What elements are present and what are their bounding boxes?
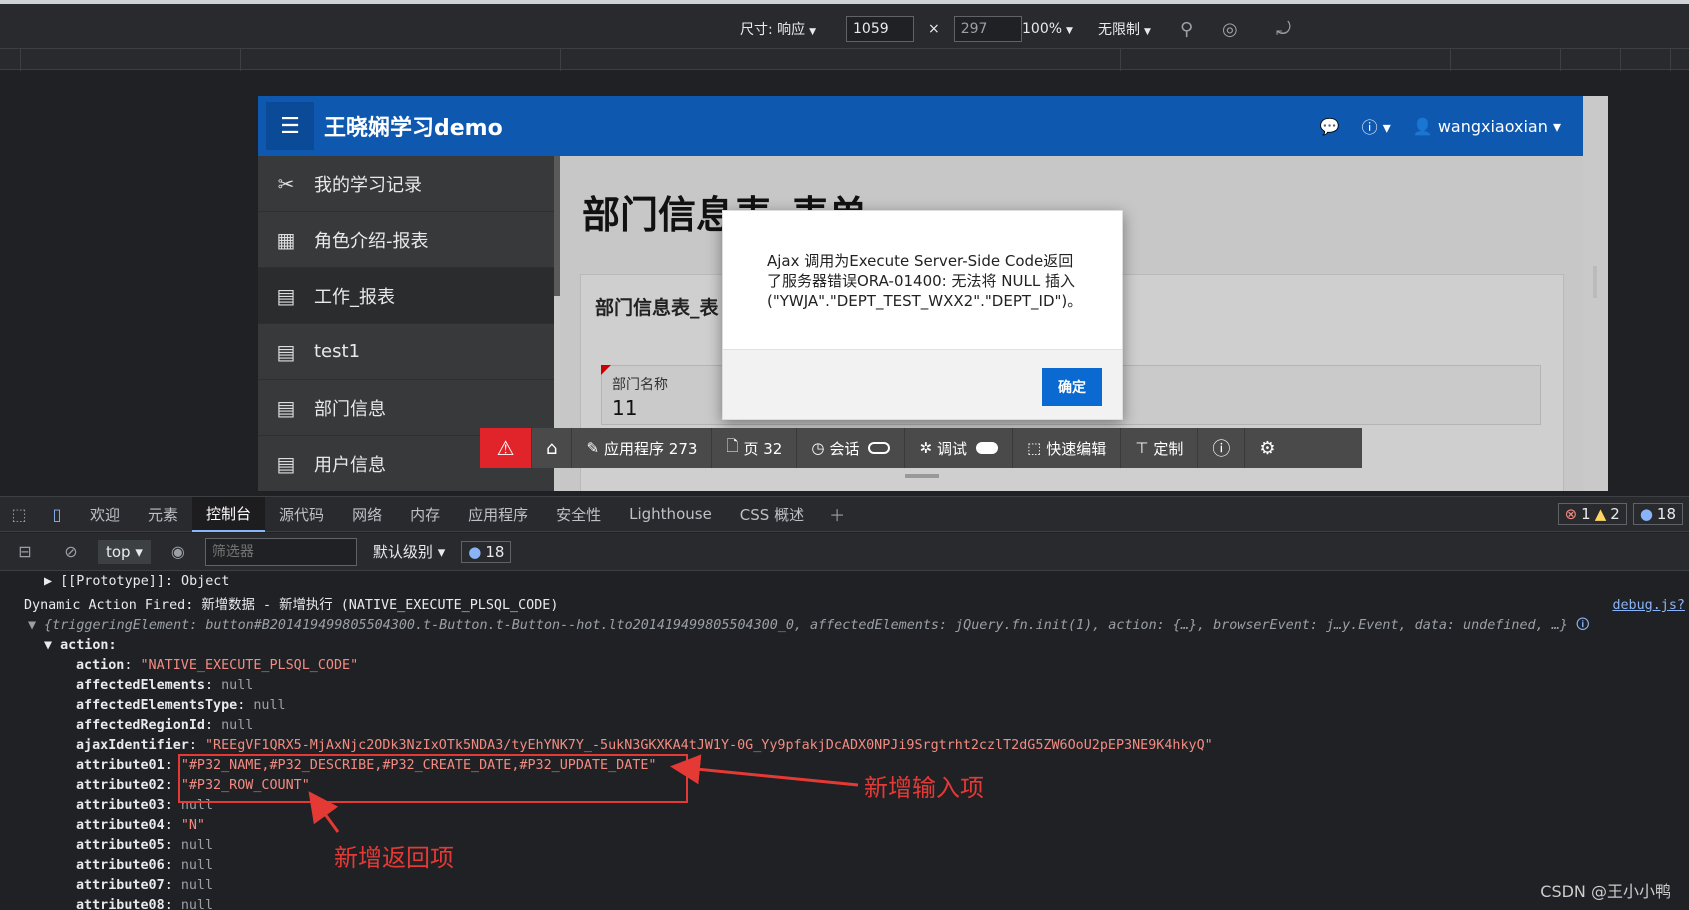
return-arrow	[308, 791, 340, 833]
annotation-return-label: 新增返回项	[334, 844, 454, 872]
input-arrow	[670, 754, 859, 787]
watermark: CSDN @王小小鸭	[1540, 882, 1671, 901]
annotation-input-label: 新增输入项	[864, 774, 984, 802]
annotation-arrows	[308, 754, 859, 833]
